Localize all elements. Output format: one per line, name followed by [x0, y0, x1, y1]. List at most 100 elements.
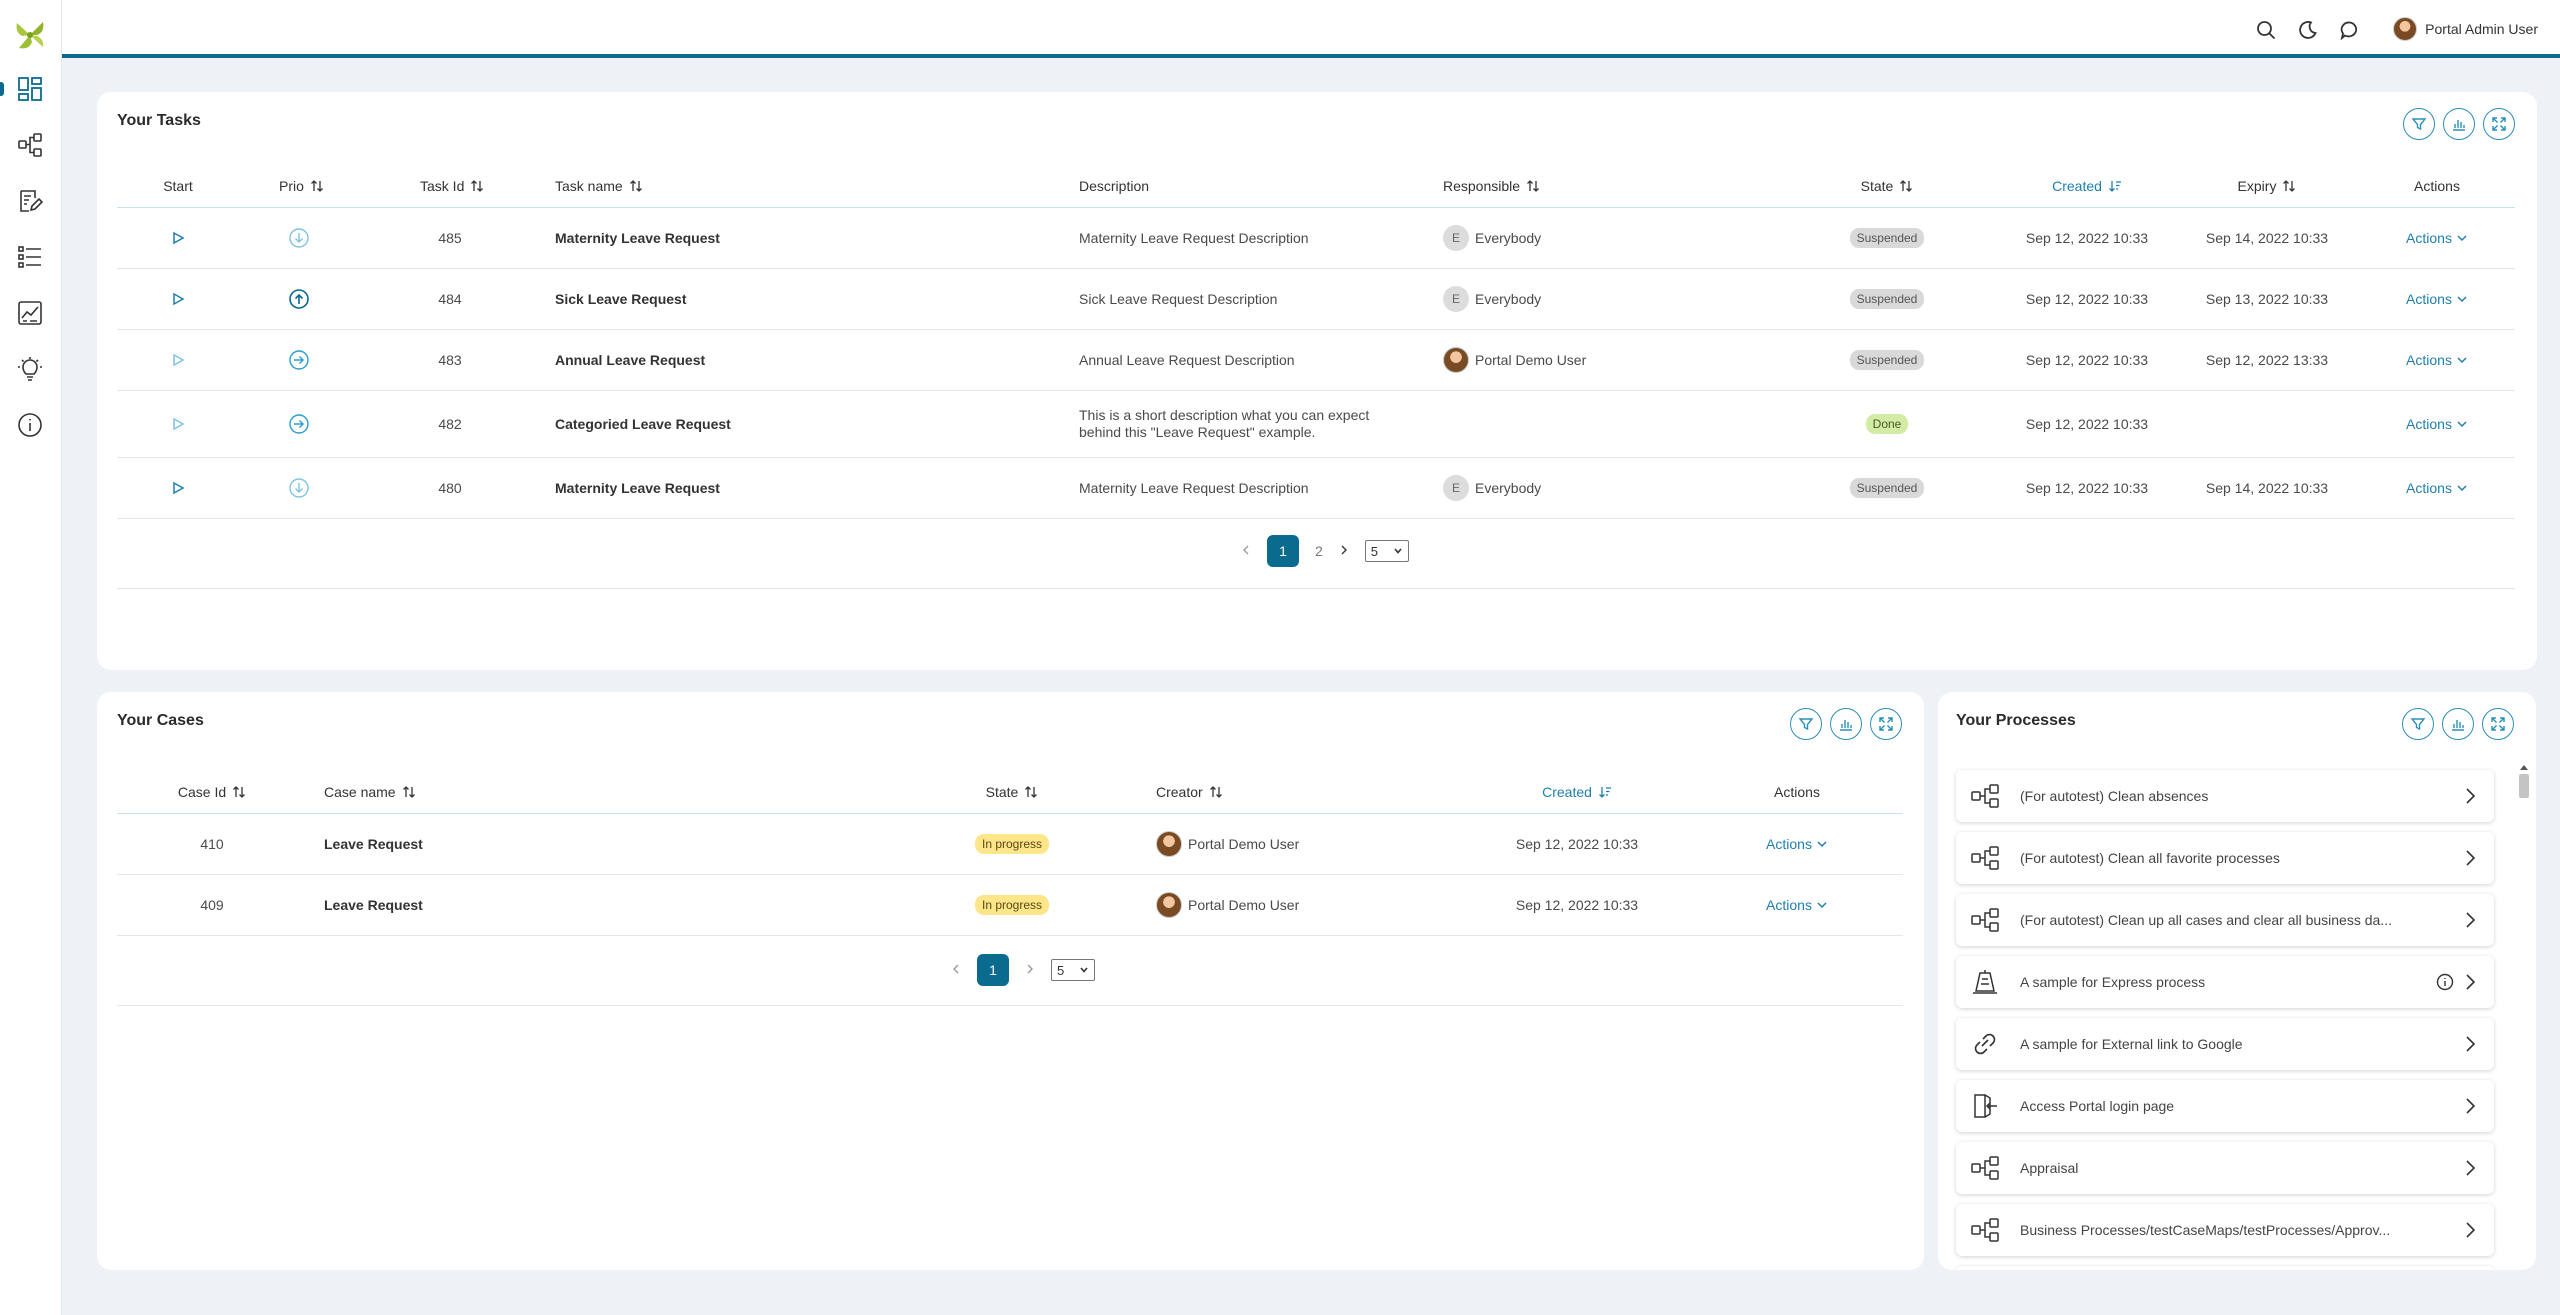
sidebar-item-processes[interactable] — [14, 129, 46, 161]
sidebar-item-info[interactable] — [14, 409, 46, 441]
table-row[interactable]: 485 Maternity Leave Request Maternity Le… — [117, 208, 2515, 269]
task-actions-dropdown[interactable]: Actions — [2377, 458, 2497, 518]
sidebar-item-cases[interactable] — [14, 241, 46, 273]
col-case-id[interactable]: Case Id — [147, 770, 277, 813]
task-name[interactable]: Annual Leave Request — [555, 330, 1055, 390]
list-item[interactable] — [1956, 1266, 2494, 1270]
table-row[interactable]: 484 Sick Leave Request Sick Leave Reques… — [117, 269, 2515, 330]
task-actions-dropdown[interactable]: Actions — [2377, 391, 2497, 457]
user-menu[interactable]: Portal Admin User — [2393, 14, 2538, 44]
col-expiry[interactable]: Expiry — [2177, 164, 2357, 207]
task-description: Sick Leave Request Description — [1079, 291, 1278, 307]
task-state: Suspended — [1817, 269, 1957, 329]
start-task-button[interactable] — [117, 330, 239, 390]
processes-statistics-button[interactable] — [2442, 708, 2474, 740]
page-size-select[interactable]: 5 — [1051, 959, 1095, 981]
case-name[interactable]: Leave Request — [324, 814, 824, 874]
search-button[interactable] — [2254, 18, 2278, 42]
task-name[interactable]: Maternity Leave Request — [555, 208, 1055, 268]
col-state[interactable]: State — [1817, 164, 1957, 207]
list-item[interactable]: Business Processes/testCaseMaps/testProc… — [1956, 1204, 2494, 1256]
tasks-statistics-button[interactable] — [2443, 108, 2475, 140]
next-page-button[interactable] — [1025, 962, 1035, 978]
start-task-button[interactable] — [117, 208, 239, 268]
col-task-name[interactable]: Task name — [555, 164, 755, 207]
tasks-expand-button[interactable] — [2483, 108, 2515, 140]
table-row[interactable]: 480 Maternity Leave Request Maternity Le… — [117, 458, 2515, 519]
col-responsible[interactable]: Responsible — [1443, 164, 1643, 207]
page-button[interactable]: 2 — [1315, 543, 1323, 559]
play-icon — [173, 481, 185, 495]
tasks-filter-button[interactable] — [2403, 108, 2435, 140]
case-creator: Portal Demo User — [1156, 814, 1456, 874]
task-name[interactable]: Maternity Leave Request — [555, 458, 1055, 518]
cases-table: Case Id Case name State Creator Created … — [117, 770, 1903, 1006]
chevron-down-icon — [2457, 235, 2467, 242]
chat-button[interactable] — [2338, 18, 2362, 42]
task-name[interactable]: Categoried Leave Request — [555, 391, 1055, 457]
col-case-state[interactable]: State — [947, 770, 1077, 813]
table-row[interactable]: 410 Leave Request In progress Portal Dem… — [117, 814, 1903, 875]
list-item[interactable]: (For autotest) Clean all favorite proces… — [1956, 832, 2494, 884]
col-case-name[interactable]: Case name — [324, 770, 524, 813]
sidebar-item-statistics[interactable] — [14, 297, 46, 329]
sidebar-item-tasks[interactable] — [14, 185, 46, 217]
task-name[interactable]: Sick Leave Request — [555, 269, 1055, 329]
cases-filter-button[interactable] — [1790, 708, 1822, 740]
start-task-button[interactable] — [117, 458, 239, 518]
start-task-button[interactable] — [117, 391, 239, 457]
processes-expand-button[interactable] — [2482, 708, 2514, 740]
priority-high-icon — [288, 269, 328, 329]
info-icon[interactable] — [2436, 973, 2454, 994]
case-actions-dropdown[interactable]: Actions — [1737, 814, 1857, 874]
sidebar-item-ideas[interactable] — [14, 353, 46, 385]
creator-name: Portal Demo User — [1188, 897, 1300, 913]
task-created: Sep 12, 2022 10:33 — [2025, 352, 2149, 368]
prev-page-button[interactable] — [951, 962, 961, 978]
col-start: Start — [163, 177, 193, 194]
chevron-right-icon — [1341, 545, 1347, 555]
table-row[interactable]: 409 Leave Request In progress Portal Dem… — [117, 875, 1903, 936]
task-actions-dropdown[interactable]: Actions — [2377, 269, 2497, 329]
list-item[interactable]: Access Portal login page — [1956, 1080, 2494, 1132]
col-created[interactable]: Created — [1997, 164, 2177, 207]
case-actions-dropdown[interactable]: Actions — [1737, 875, 1857, 935]
chevron-down-icon — [2457, 296, 2467, 303]
process-label: (For autotest) Clean up all cases and cl… — [2020, 912, 2392, 928]
list-item[interactable]: (For autotest) Clean absences — [1956, 770, 2494, 822]
col-creator[interactable]: Creator — [1156, 770, 1356, 813]
chart-icon — [2452, 720, 2464, 731]
page-size-select[interactable]: 5 — [1364, 540, 1409, 562]
task-actions-dropdown[interactable]: Actions — [2377, 330, 2497, 390]
app-logo-icon[interactable] — [13, 18, 47, 52]
task-state: Suspended — [1817, 208, 1957, 268]
prev-page-button[interactable] — [1241, 543, 1251, 559]
case-name[interactable]: Leave Request — [324, 875, 824, 935]
col-actions: Actions — [2414, 177, 2460, 194]
dark-mode-toggle[interactable] — [2296, 18, 2320, 42]
task-actions-dropdown[interactable]: Actions — [2377, 208, 2497, 268]
processes-filter-button[interactable] — [2402, 708, 2434, 740]
task-id: 483 — [438, 352, 462, 368]
col-prio[interactable]: Prio — [279, 164, 379, 207]
sidebar-item-dashboard[interactable] — [14, 73, 46, 105]
col-task-id[interactable]: Task Id — [420, 164, 520, 207]
cases-statistics-button[interactable] — [1830, 708, 1862, 740]
list-item[interactable]: (For autotest) Clean up all cases and cl… — [1956, 894, 2494, 946]
list-item[interactable]: A sample for External link to Google — [1956, 1018, 2494, 1070]
process-label: Appraisal — [2020, 1160, 2079, 1176]
processes-scrollbar[interactable] — [2518, 760, 2530, 1270]
task-edit-icon — [20, 190, 43, 212]
table-row[interactable]: 483 Annual Leave Request Annual Leave Re… — [117, 330, 2515, 391]
page-button-current[interactable]: 1 — [977, 954, 1009, 986]
page-button-current[interactable]: 1 — [1267, 535, 1299, 567]
next-page-button[interactable] — [1339, 543, 1349, 559]
list-item[interactable]: A sample for Express process — [1956, 956, 2494, 1008]
col-case-created[interactable]: Created — [1487, 770, 1667, 813]
play-icon — [173, 417, 185, 431]
cases-expand-button[interactable] — [1870, 708, 1902, 740]
list-item[interactable]: Appraisal — [1956, 1142, 2494, 1194]
start-task-button[interactable] — [117, 269, 239, 329]
table-row[interactable]: 482 Categoried Leave Request This is a s… — [117, 391, 2515, 458]
col-description: Description — [1079, 177, 1150, 194]
